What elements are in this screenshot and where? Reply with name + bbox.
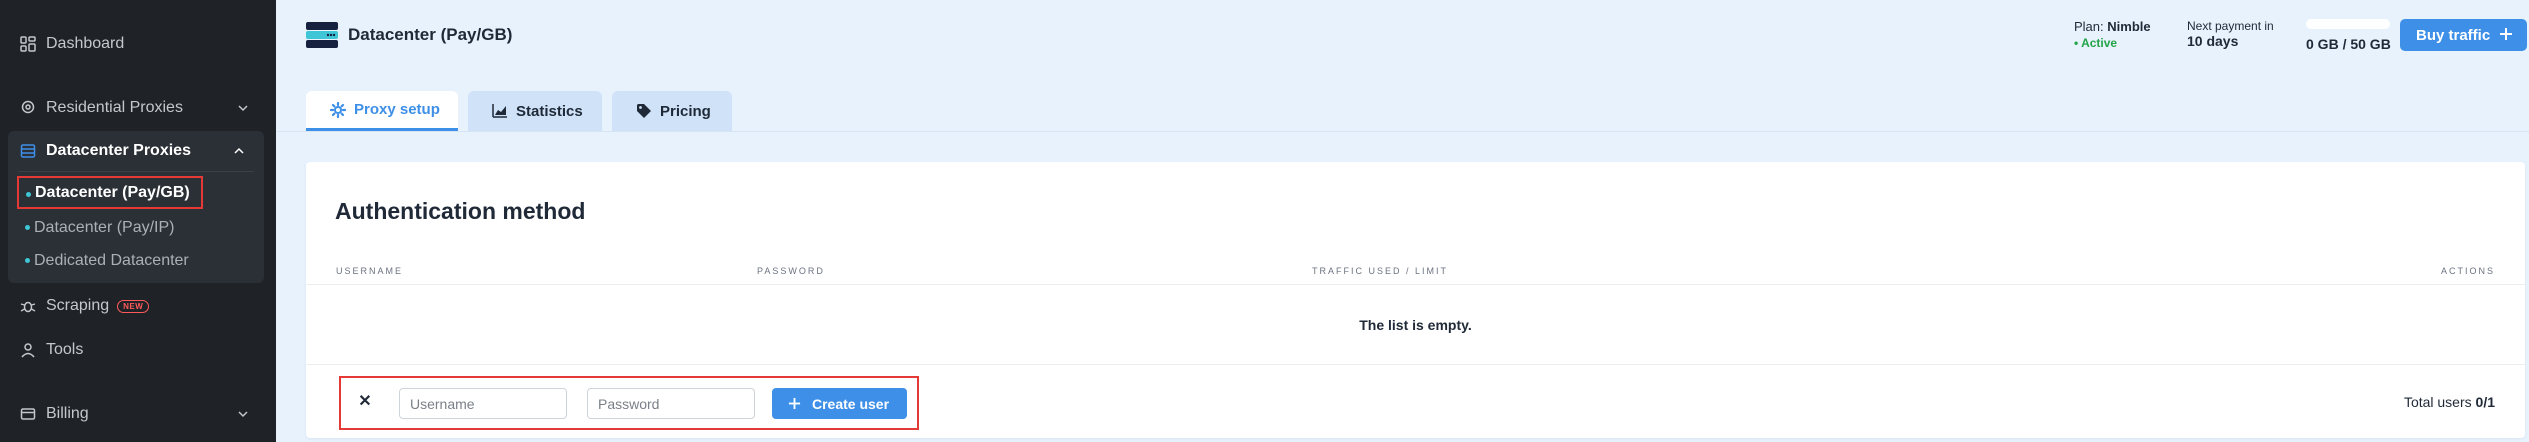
sidebar-item-scraping[interactable]: Scraping NEW (0, 286, 276, 326)
create-user-label: Create user (812, 395, 890, 412)
tab-pricing[interactable]: Pricing (612, 91, 732, 131)
column-header-traffic: TRAFFIC USED / LIMIT (1312, 266, 1449, 276)
sidebar-item-dedicated-datacenter[interactable]: Dedicated Datacenter (18, 244, 189, 277)
sidebar-item-label: Datacenter (Pay/GB) (35, 183, 190, 201)
next-payment-label: Next payment in (2187, 19, 2274, 33)
sidebar-item-label: Datacenter (Pay/IP) (34, 218, 175, 236)
page-title: Datacenter (Pay/GB) (348, 25, 513, 44)
server-icon (20, 143, 36, 159)
new-badge: NEW (117, 299, 150, 313)
create-user-form: ✕ Create user (339, 376, 919, 430)
user-icon (20, 342, 36, 358)
total-users-label: Total users (2403, 394, 2472, 410)
chevron-down-icon (238, 105, 248, 112)
sidebar-item-datacenter[interactable]: Datacenter Proxies (8, 131, 264, 171)
tab-statistics[interactable]: Statistics (468, 91, 602, 131)
divider (306, 364, 2525, 365)
chevron-up-icon (234, 147, 244, 154)
sidebar-item-tools[interactable]: Tools (0, 330, 276, 370)
location-icon (20, 100, 36, 116)
tag-icon (637, 104, 651, 118)
sidebar-item-label: Dashboard (46, 35, 125, 52)
close-icon[interactable]: ✕ (356, 393, 374, 411)
total-users: Total users 0/1 (2404, 394, 2495, 410)
sidebar-item-label: Scraping (46, 297, 110, 314)
sidebar-item-residential[interactable]: Residential Proxies (0, 88, 276, 128)
bullet-icon (26, 192, 31, 197)
plan-label: Plan: (2074, 19, 2104, 34)
tab-label: Proxy setup (354, 101, 440, 118)
plan-name: Nimble (2107, 19, 2151, 34)
tabs-divider (276, 131, 2529, 132)
sidebar-item-label: Dedicated Datacenter (34, 251, 189, 269)
sidebar-item-dashboard[interactable]: Dashboard (0, 24, 276, 64)
traffic-progress-bar (2306, 19, 2390, 29)
column-header-actions: ACTIONS (2440, 266, 2495, 276)
buy-traffic-button[interactable]: Buy traffic (2400, 19, 2527, 51)
sidebar-item-label: Tools (46, 341, 84, 358)
gear-icon (330, 101, 346, 118)
datacenter-product-icon (306, 22, 338, 48)
section-title: Authentication method (335, 198, 586, 224)
traffic-value: 0 GB / 50 GB (2306, 36, 2391, 52)
billing-icon (20, 406, 36, 422)
auth-card: Authentication method USERNAME PASSWORD … (306, 162, 2525, 438)
column-header-username: USERNAME (336, 266, 404, 276)
buy-traffic-label: Buy traffic (2416, 26, 2491, 44)
chevron-down-icon (238, 411, 248, 418)
bullet-icon (25, 258, 30, 263)
sidebar-item-label: Billing (46, 405, 89, 422)
sidebar-item-datacenter-pay-ip[interactable]: Datacenter (Pay/IP) (18, 211, 175, 244)
plus-icon (2500, 28, 2512, 40)
bullet-icon (25, 225, 30, 230)
divider (306, 284, 2525, 285)
sidebar-item-billing[interactable]: Billing (0, 394, 276, 434)
create-user-button[interactable]: Create user (772, 388, 907, 419)
plan-status: • Active (2074, 36, 2118, 50)
sidebar: Dashboard Residential Proxies Datacenter… (0, 0, 276, 442)
divider (18, 171, 254, 172)
tab-proxy-setup[interactable]: Proxy setup (306, 91, 458, 131)
sidebar-item-label: Residential Proxies (46, 99, 183, 116)
plus-icon (788, 397, 801, 410)
sidebar-item-datacenter-pay-gb[interactable]: Datacenter (Pay/GB) (17, 176, 203, 209)
total-users-value: 0/1 (2475, 394, 2495, 410)
dashboard-icon (20, 36, 36, 52)
plan-info: Plan: Nimble (2074, 19, 2151, 34)
tab-label: Pricing (660, 102, 711, 120)
password-input[interactable] (587, 388, 755, 419)
bug-icon (20, 298, 36, 314)
sidebar-group-datacenter: Datacenter Proxies Datacenter (Pay/GB) D… (8, 131, 264, 283)
next-payment-value: 10 days (2187, 33, 2239, 49)
username-input[interactable] (399, 388, 567, 419)
column-header-password: PASSWORD (757, 266, 825, 276)
sidebar-group-label: Datacenter Proxies (46, 142, 191, 159)
empty-state: The list is empty. (1359, 317, 1472, 333)
chart-icon (492, 104, 507, 118)
tab-label: Statistics (516, 102, 583, 120)
